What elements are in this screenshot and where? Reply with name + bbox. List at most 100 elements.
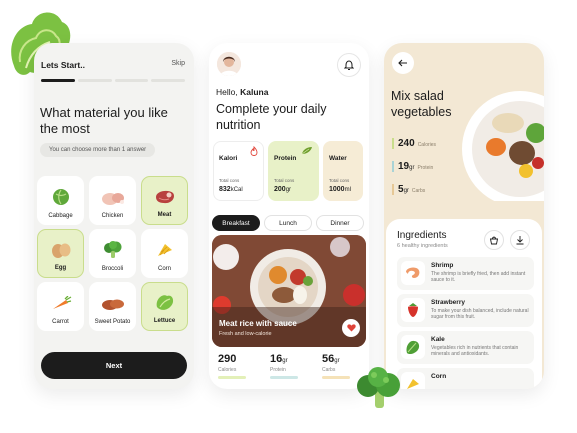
meal-subtitle: Fresh and low-calorie	[219, 331, 272, 337]
card-caption: Total cons	[329, 178, 350, 183]
macro-value: 19gr	[398, 161, 414, 172]
download-icon	[516, 236, 524, 245]
ingredient-shrimp[interactable]: Shrimp The shrimp is briefly fried, then…	[397, 257, 534, 290]
skip-button[interactable]: Skip	[171, 60, 185, 70]
heart-icon	[346, 324, 356, 332]
ingredient-kale[interactable]: Kale Vegetables rich in nutrients that c…	[397, 331, 534, 364]
option-broccoli[interactable]: Broccoli	[89, 229, 136, 278]
stat-number: 56	[322, 353, 335, 365]
salad-bowl-photo	[462, 91, 544, 201]
stat-number: 16	[270, 353, 283, 365]
back-button[interactable]	[392, 52, 414, 74]
option-meat[interactable]: Meat	[141, 176, 188, 225]
card-unit: gr	[285, 187, 292, 193]
stat-carbs: 56gr Carbs	[322, 353, 352, 379]
macro-value: 5gr	[398, 184, 409, 195]
option-lettuce[interactable]: Lettuce	[141, 282, 188, 331]
stat-label: Protein	[270, 367, 286, 373]
option-label: Broccoli	[101, 266, 124, 272]
calorie-card[interactable]: Kalori Total cons 832kCal	[213, 141, 264, 201]
card-caption: Total cons	[274, 178, 295, 183]
card-name: Protein	[274, 155, 297, 162]
kale-icon	[406, 340, 420, 355]
ingredient-name: Shrimp	[431, 262, 454, 269]
user-photo-icon	[217, 52, 241, 76]
ingredient-desc: Vegetables rich in nutrients that contai…	[431, 345, 519, 357]
user-name: Kaluna	[240, 87, 269, 97]
favorite-button[interactable]	[342, 319, 360, 337]
onboarding-header: Lets Start.. Skip	[41, 60, 185, 70]
greeting-text: Hello,	[216, 87, 238, 97]
water-card[interactable]: Water Total cons 1000ml	[323, 141, 363, 201]
tab-lunch[interactable]: Lunch	[264, 215, 312, 231]
ingredient-name: Corn	[431, 373, 447, 380]
stat-bar	[270, 376, 298, 379]
macro-calories: 240 Calories	[392, 138, 436, 149]
stat-unit: gr	[334, 358, 340, 364]
option-label: Carrot	[52, 319, 69, 325]
onboarding-screen: Lets Start.. Skip What material you like…	[34, 43, 194, 389]
tab-dinner[interactable]: Dinner	[316, 215, 364, 231]
option-cabbage[interactable]: Cabbage	[37, 176, 84, 225]
progress-step	[151, 79, 185, 82]
ingredient-strawberry[interactable]: Strawberry To make your dish balanced, i…	[397, 294, 534, 327]
cabbage-icon	[52, 189, 69, 205]
option-egg[interactable]: Egg	[37, 229, 84, 278]
corn-icon	[157, 244, 172, 256]
stat-calories: 290 Calories	[218, 353, 248, 379]
option-sweet-potato[interactable]: Sweet Potato	[89, 282, 136, 331]
sweet-potato-icon	[101, 299, 124, 310]
greeting: Hello, Kaluna	[216, 87, 268, 97]
progress-step	[41, 79, 75, 82]
lettuce-icon	[156, 295, 173, 310]
ingredients-count: 6 healthy ingredients	[397, 243, 448, 249]
meal-card[interactable]: Meat rice with sauce Fresh and low-calor…	[212, 235, 366, 347]
meal-tabs: Breakfast Lunch Dinner	[212, 215, 364, 231]
card-caption: Total cons	[219, 178, 240, 183]
download-button[interactable]	[510, 230, 530, 250]
stat-bar	[322, 376, 350, 379]
chicken-icon	[101, 193, 124, 205]
broccoli-icon	[103, 241, 121, 258]
avatar[interactable]	[217, 52, 241, 76]
onboarding-title: Lets Start..	[41, 60, 85, 70]
stat-bar	[218, 376, 246, 379]
progress-step	[114, 79, 149, 82]
notification-button[interactable]	[337, 53, 361, 77]
meal-title: Meat rice with sauce	[219, 319, 297, 328]
meal-stats: 290 Calories 16gr Protein 56gr Carbs	[218, 353, 352, 379]
meat-icon	[155, 190, 174, 204]
bag-icon	[489, 236, 499, 245]
card-value: 832kCal	[219, 186, 243, 193]
stat-value: 290	[218, 353, 248, 365]
ingredient-name: Strawberry	[431, 299, 465, 306]
stat-number: 290	[218, 353, 237, 365]
shrimp-icon	[406, 267, 420, 278]
bag-button[interactable]	[484, 230, 504, 250]
option-corn[interactable]: Corn	[141, 229, 188, 278]
macro-number: 19	[398, 161, 410, 172]
recipe-detail-screen: Mix salad vegetables 240 Calories 19gr P…	[384, 43, 544, 389]
next-button[interactable]: Next	[41, 352, 187, 379]
material-options: Cabbage Chicken Meat Egg Broccoli Corn C…	[37, 176, 188, 331]
tab-breakfast[interactable]: Breakfast	[212, 215, 260, 231]
stat-protein: 16gr Protein	[270, 353, 300, 379]
corn-icon	[407, 379, 419, 389]
option-label: Corn	[157, 266, 171, 272]
egg-icon	[51, 243, 70, 258]
ingredient-thumb	[401, 372, 425, 389]
onboarding-heading: What material you like the most	[40, 105, 168, 136]
ingredient-thumb	[401, 261, 425, 285]
option-carrot[interactable]: Carrot	[37, 282, 84, 331]
option-label: Chicken	[101, 213, 124, 219]
stat-value: 16gr	[270, 353, 300, 365]
option-chicken[interactable]: Chicken	[89, 176, 136, 225]
stat-label: Carbs	[322, 367, 336, 373]
strawberry-icon	[408, 303, 418, 317]
stat-value: 56gr	[322, 353, 352, 365]
ingredient-corn[interactable]: Corn	[397, 368, 534, 389]
macro-label: Calories	[417, 142, 437, 148]
protein-card[interactable]: Protein Total cons 200gr	[268, 141, 319, 201]
card-number: 832	[219, 186, 231, 193]
option-label: Meat	[157, 212, 172, 218]
